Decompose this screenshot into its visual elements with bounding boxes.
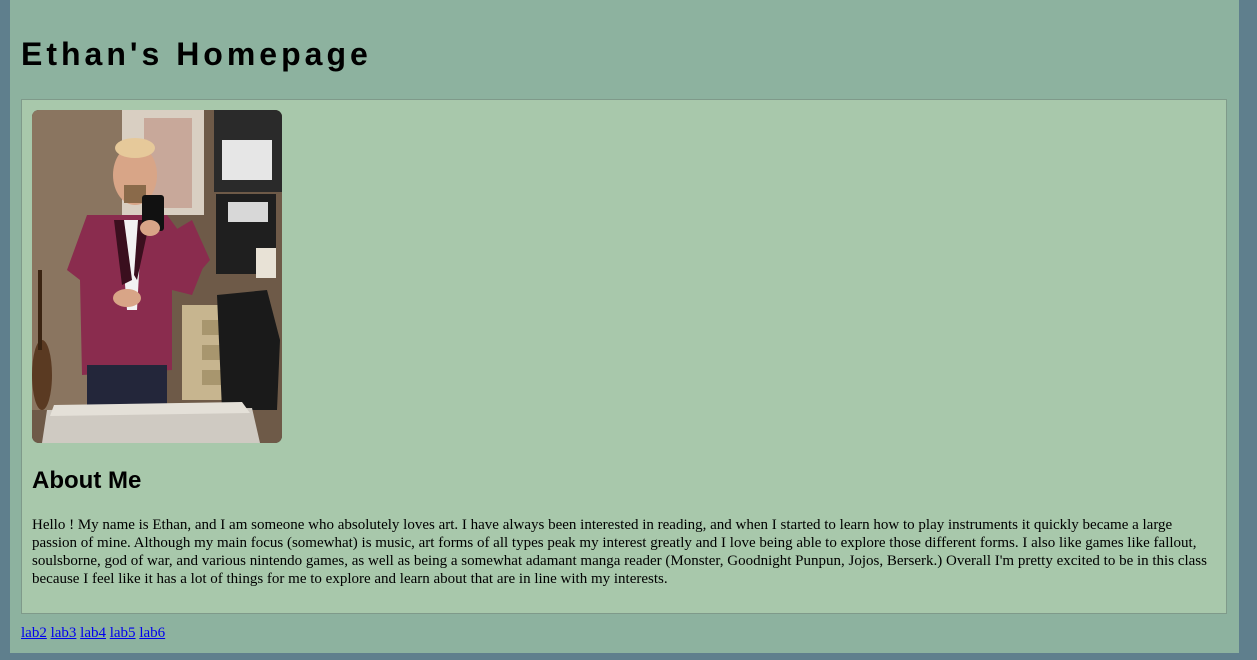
- profile-photo: [32, 110, 282, 443]
- lab4-link[interactable]: lab4: [80, 625, 106, 641]
- content-box: About Me Hello ! My name is Ethan, and I…: [21, 99, 1227, 614]
- about-heading: About Me: [32, 467, 142, 494]
- lab-links-nav: lab2 lab3 lab4 lab5 lab6: [21, 624, 165, 642]
- lab5-link[interactable]: lab5: [110, 625, 136, 641]
- lab2-link[interactable]: lab2: [21, 625, 47, 641]
- lab6-link[interactable]: lab6: [139, 625, 165, 641]
- page-container: Ethan's Homepage About Me Hello ! My nam…: [10, 0, 1239, 653]
- page-title: Ethan's Homepage: [21, 36, 372, 72]
- about-text: Hello ! My name is Ethan, and I am someo…: [32, 517, 1207, 587]
- lab3-link[interactable]: lab3: [51, 625, 77, 641]
